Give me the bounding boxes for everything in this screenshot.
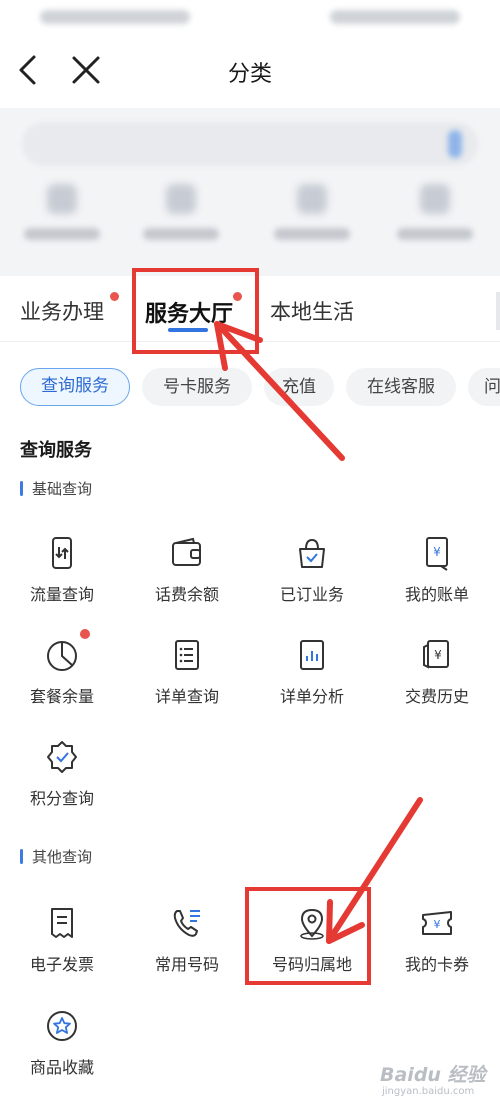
svg-text:¥: ¥: [433, 545, 441, 559]
watermark-subtext: jingyan.baidu.com: [382, 1086, 475, 1097]
chip-query-service[interactable]: 查询服务: [20, 368, 130, 406]
grid-item-label: 商品收藏: [29, 1058, 94, 1077]
section-title: 查询服务: [20, 440, 92, 461]
grid-item-subscribed[interactable]: 已订业务: [257, 535, 367, 605]
quick-entry[interactable]: [262, 184, 362, 240]
grid-item-label: 已订业务: [279, 585, 344, 604]
grid-item-my-coupons[interactable]: ¥ 我的卡券: [382, 905, 492, 975]
tab-business[interactable]: 业务办理: [20, 296, 104, 326]
bar-chart-icon: [300, 640, 324, 670]
star-favorite-icon: [47, 1011, 77, 1041]
wallet-icon: [172, 537, 201, 566]
grid-item-traffic[interactable]: 流量查询: [7, 535, 117, 605]
grid-item-my-bill[interactable]: ¥ 我的账单: [382, 535, 492, 605]
grid-item-label: 我的卡券: [404, 955, 469, 974]
chip-card-service[interactable]: 号卡服务: [142, 368, 252, 406]
grid-item-favorites[interactable]: 商品收藏: [7, 1008, 117, 1078]
grid-item-label: 我的账单: [404, 585, 469, 604]
grid-item-label: 详单分析: [279, 687, 344, 706]
subscribed-bag-icon: [299, 538, 325, 568]
grid-item-common-numbers[interactable]: 常用号码: [132, 905, 242, 975]
status-bar: [0, 0, 500, 36]
grid-item-label: 常用号码: [154, 955, 219, 974]
grid-item-e-invoice[interactable]: 电子发票: [7, 905, 117, 975]
invoice-icon: [51, 908, 73, 938]
annotation-box-service-hall: [132, 268, 259, 354]
chip-recharge[interactable]: 充值: [264, 368, 334, 406]
page-title: 分类: [227, 62, 272, 87]
quick-entry[interactable]: [131, 184, 231, 240]
ticket-yuan-icon: ¥: [422, 911, 452, 935]
grid-item-detail-query[interactable]: 详单查询: [132, 637, 242, 707]
tab-local-life[interactable]: 本地生活: [270, 296, 354, 326]
phone-list-icon: [173, 910, 200, 937]
grid-item-label: 交费历史: [404, 687, 469, 706]
grid-item-detail-analysis[interactable]: 详单分析: [257, 637, 367, 707]
grid-item-balance[interactable]: 话费余额: [132, 535, 242, 605]
traffic-phone-icon: [52, 537, 72, 569]
tab-badge-dot: [110, 292, 119, 301]
baidu-jingyan-watermark: Baidu 经验 jingyan.baidu.com: [380, 1060, 496, 1106]
status-left-blur: [40, 10, 190, 24]
svg-text:¥: ¥: [434, 648, 442, 662]
basic-query-title: 基础查询: [20, 478, 92, 499]
grid-item-points[interactable]: 积分查询: [7, 739, 117, 809]
svg-text:¥: ¥: [434, 918, 441, 931]
category-chips: 查询服务 号卡服务 充值 在线客服 问: [0, 368, 500, 408]
pie-chart-icon: [47, 641, 77, 671]
bill-yuan-icon: ¥: [426, 537, 448, 571]
nav-bar: 分类: [0, 40, 500, 100]
grid-item-label: 流量查询: [29, 585, 94, 604]
grid-item-payment-history[interactable]: ¥ 交费历史: [382, 637, 492, 707]
grid-item-label: 套餐余量: [29, 687, 94, 706]
badge-check-icon: [47, 741, 77, 773]
annotation-box-number-location: [245, 887, 371, 985]
voice-icon[interactable]: [448, 130, 462, 158]
list-icon: [175, 640, 199, 670]
tab-scroll-edge: [496, 292, 500, 330]
other-query-title: 其他查询: [20, 846, 92, 867]
grid-item-label: 详单查询: [154, 687, 219, 706]
item-badge-dot: [80, 629, 90, 639]
chip-more[interactable]: 问: [468, 368, 500, 406]
quick-entry[interactable]: [12, 184, 112, 240]
grid-item-package[interactable]: 套餐余量: [7, 637, 117, 707]
payment-yuan-icon: ¥: [423, 640, 449, 669]
search-input[interactable]: [22, 122, 478, 166]
blurred-header-area: [0, 108, 500, 276]
grid-item-label: 话费余额: [154, 585, 219, 604]
grid-item-label: 电子发票: [29, 955, 94, 974]
chip-online-service[interactable]: 在线客服: [346, 368, 456, 406]
watermark-text: Baidu 经验: [380, 1064, 486, 1086]
grid-item-label: 积分查询: [29, 789, 94, 808]
status-right-blur: [330, 10, 460, 24]
quick-entry[interactable]: [385, 184, 485, 240]
